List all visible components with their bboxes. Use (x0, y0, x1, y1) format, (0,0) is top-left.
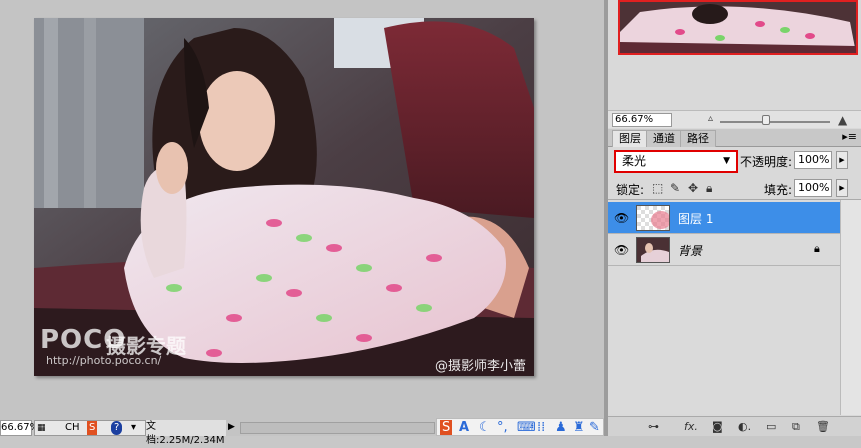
layers-list: 👁︎ 图层 1 👁︎ 背景 🔒︎ (608, 199, 861, 415)
eye-icon[interactable]: 👁︎ (614, 211, 629, 225)
zoom-slider-handle[interactable] (762, 115, 770, 125)
lock-icon: 🔒︎ (814, 242, 820, 255)
panel-menu-icon[interactable]: ▸≡ (842, 130, 857, 143)
photographer-credit: @摄影师李小蕾 (434, 359, 526, 374)
layer-row-layer1[interactable]: 👁︎ 图层 1 (608, 202, 840, 234)
navigator-zoom-field[interactable]: 66.67% (612, 113, 672, 127)
status-menu-arrow-icon[interactable]: ▶ (228, 420, 238, 436)
ime-menu-icon[interactable]: ▾ (131, 421, 136, 435)
ime-toolbar: ▦ CH S ? ▾ (34, 420, 146, 436)
delete-layer-icon[interactable]: 🗑︎ (816, 420, 830, 433)
navigator-controls: 66.67% ▵ ▲ (608, 110, 861, 128)
layers-panel-tabs: 图层 通道 路径 ▸≡ (608, 129, 861, 147)
add-mask-icon[interactable]: ◙ (712, 420, 723, 433)
background-preview (641, 243, 669, 262)
sogou-s-icon[interactable]: S (440, 420, 453, 435)
link-layers-icon[interactable]: ⊶ (648, 420, 659, 433)
sogou-icon[interactable]: S (87, 421, 98, 435)
layer-thumbnail (636, 205, 670, 231)
canvas-area[interactable]: POCO 摄影专题 http://photo.poco.cn/ @摄影师李小蕾 … (0, 0, 604, 446)
watermark-url: http://photo.poco.cn/ (46, 354, 162, 367)
lock-all-icon[interactable]: 🔒︎ (706, 181, 712, 196)
ime-language[interactable]: CH (65, 421, 80, 435)
tab-channels[interactable]: 通道 (646, 130, 682, 147)
fill-slider-arrow-icon[interactable]: ▶ (836, 179, 848, 197)
tab-layers[interactable]: 图层 (612, 130, 648, 147)
moon-icon[interactable]: ☾ (479, 420, 491, 435)
new-layer-icon[interactable]: ⧉ (792, 420, 800, 434)
document-size: 文档:2.25M/2.34M (146, 420, 226, 446)
keyboard-icon[interactable]: ⌨ (517, 420, 536, 435)
right-panels: 66.67% ▵ ▲ 图层 通道 路径 ▸≡ 柔光 ▼ 不透明度: 100% ▶… (608, 0, 861, 436)
layers-bottom-toolbar: ⊶ fx. ◙ ◐. ▭ ⧉ 🗑︎ (608, 416, 861, 436)
horizontal-scrollbar[interactable] (240, 422, 435, 434)
layer-name: 背景 (678, 244, 703, 258)
layer1-preview (651, 211, 669, 229)
opacity-slider-arrow-icon[interactable]: ▶ (836, 151, 848, 169)
document-image[interactable]: POCO 摄影专题 http://photo.poco.cn/ @摄影师李小蕾 (34, 18, 534, 376)
eye-icon[interactable]: 👁︎ (614, 243, 629, 257)
layer-name: 图层 1 (678, 212, 714, 226)
blend-mode-value: 柔光 (622, 154, 647, 168)
help-icon[interactable]: ? (111, 421, 123, 435)
lock-label: 锁定: (616, 183, 645, 197)
photo (34, 18, 534, 376)
font-a-icon[interactable]: A (459, 420, 469, 435)
opacity-label: 不透明度: (740, 155, 793, 169)
opacity-field[interactable]: 100% (794, 151, 832, 169)
lock-transparency-icon[interactable]: ⬚ (652, 181, 663, 195)
chevron-down-icon: ▼ (723, 156, 730, 166)
navigator-preview[interactable] (618, 0, 858, 55)
zoom-in-icon[interactable]: ▲ (838, 113, 847, 127)
status-bar: 66.67% ▦ CH S ? ▾ 文档:2.25M/2.34M ▶ S A ☾… (0, 416, 604, 446)
skin-icon[interactable]: ♜ (573, 420, 585, 435)
layer-style-icon[interactable]: fx. (684, 420, 698, 433)
tab-paths[interactable]: 路径 (680, 130, 716, 147)
new-group-icon[interactable]: ▭ (766, 420, 776, 433)
adjustment-layer-icon[interactable]: ◐. (738, 420, 751, 433)
lock-position-icon[interactable]: ✥ (688, 181, 698, 195)
tools-icon[interactable]: ✎ (589, 420, 600, 435)
zoom-out-icon[interactable]: ▵ (708, 113, 713, 124)
user-icon[interactable]: ♟ (555, 420, 567, 435)
fill-field[interactable]: 100% (794, 179, 832, 197)
zoom-slider[interactable] (720, 121, 830, 123)
fill-label: 填充: (764, 183, 793, 197)
layer-row-background[interactable]: 👁︎ 背景 🔒︎ (608, 234, 840, 266)
punctuation-icon[interactable]: °, (497, 420, 508, 435)
navigator-image (620, 2, 856, 53)
lock-paint-icon[interactable]: ✎ (670, 181, 680, 195)
layer-thumbnail (636, 237, 670, 263)
grid-icon[interactable]: ⁞⁞ (537, 420, 545, 435)
status-zoom-field[interactable]: 66.67% (0, 420, 39, 436)
blend-mode-select[interactable]: 柔光 ▼ (614, 150, 738, 173)
layers-scrollbar[interactable] (840, 200, 861, 415)
ime-grip-icon: ▦ (37, 423, 46, 433)
ime-tray: S A ☾ °, ⌨ ⁞⁞ ♟ ♜ ✎ (436, 418, 604, 436)
